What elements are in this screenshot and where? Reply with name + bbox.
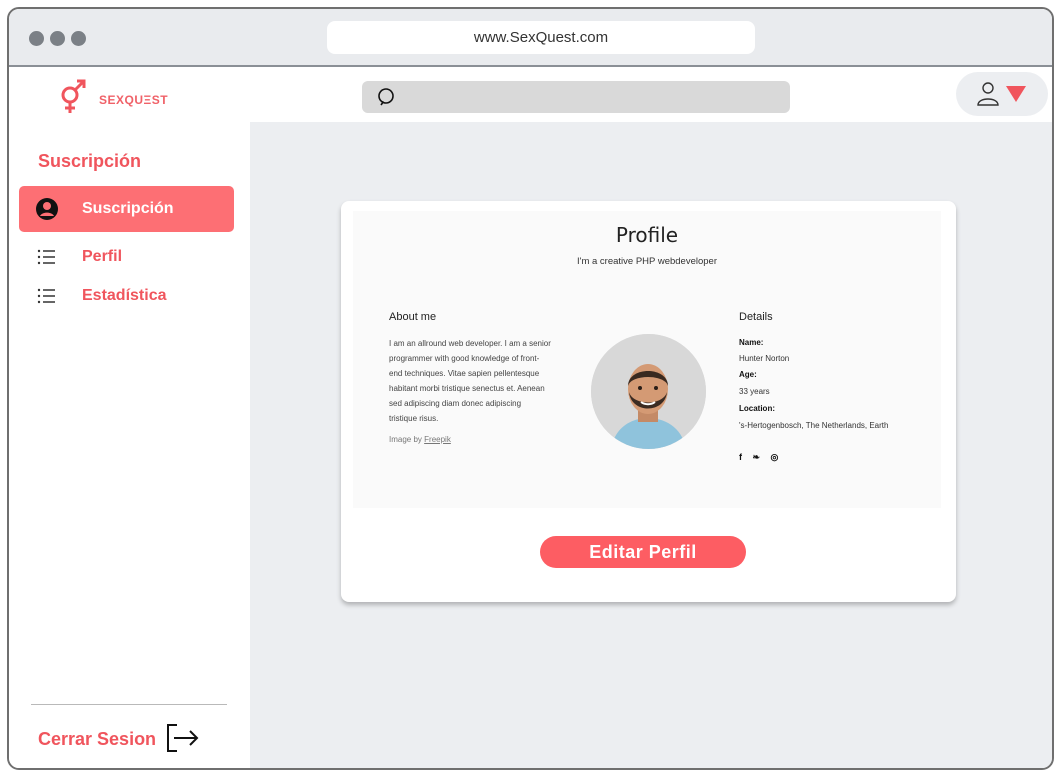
name-value: Hunter Norton [739,354,790,363]
location-value: 's-Hertogenbosch, The Netherlands, Earth [739,421,889,430]
user-menu-button[interactable] [956,72,1048,116]
about-text: I am an allround web developer. I am a s… [389,339,551,423]
social-links: f ❧ ◎ [739,447,789,463]
instagram-icon[interactable]: ◎ [770,452,778,463]
facebook-icon[interactable]: f [739,452,742,462]
profile-panel: Profile I'm a creative PHP webdeveloper … [353,211,941,508]
details-heading: Details [739,311,773,323]
user-icon [977,82,999,106]
profile-card: Profile I'm a creative PHP webdeveloper … [341,201,956,602]
search-input[interactable] [362,81,790,113]
search-icon [378,88,394,106]
name-label: Name: [739,338,764,347]
location-label: Location: [739,404,775,413]
main-content: Profile I'm a creative PHP webdeveloper … [250,122,1052,768]
chevron-down-icon [1006,86,1026,102]
logout-button[interactable]: Cerrar Sesion [38,719,238,759]
brand-name: SEXQUΞST [99,93,169,107]
browser-titlebar: www.SexQuest.com [9,9,1052,67]
window-control-minimize[interactable] [50,31,65,46]
profile-title: Profile [615,223,679,247]
about-heading: About me [389,311,437,323]
gender-symbol-icon [61,79,86,113]
edit-profile-button[interactable]: Editar Perfil [540,536,746,568]
sidebar: SEXQUΞST Suscripción Suscripción Perfil [9,67,250,768]
logout-icon [167,724,199,752]
window-control-maximize[interactable] [71,31,86,46]
sidebar-item-suscripcion[interactable]: Suscripción [19,186,234,232]
sidebar-item-estadistica[interactable]: Estadística [19,273,234,319]
credit-prefix: Image by [389,435,422,444]
sidebar-item-label: Perfil [82,248,123,265]
avatar [591,334,706,449]
window-control-close[interactable] [29,31,44,46]
twitter-icon[interactable]: ❧ [752,452,760,463]
sidebar-item-label: Estadística [82,287,167,304]
profile-subtitle: I'm a creative PHP webdeveloper [577,256,717,267]
list-icon [37,288,55,304]
list-icon [37,249,55,265]
credit-link[interactable]: Freepik [424,435,451,444]
profile-photo [591,334,706,449]
address-bar[interactable]: www.SexQuest.com [327,21,755,54]
logout-label: Cerrar Sesion [38,729,157,749]
image-credit: Image by Freepik [389,435,451,444]
age-label: Age: [739,370,757,379]
browser-window: www.SexQuest.com SEXQUΞST Suscripción Su… [7,7,1054,770]
brand-logo[interactable]: SEXQUΞST [53,77,183,117]
sidebar-item-label: Suscripción [82,200,174,217]
sidebar-divider [31,704,227,705]
sidebar-heading: Suscripción [38,151,142,171]
top-bar [250,67,1052,122]
age-value: 33 years [739,387,770,396]
user-circle-icon [36,198,58,220]
